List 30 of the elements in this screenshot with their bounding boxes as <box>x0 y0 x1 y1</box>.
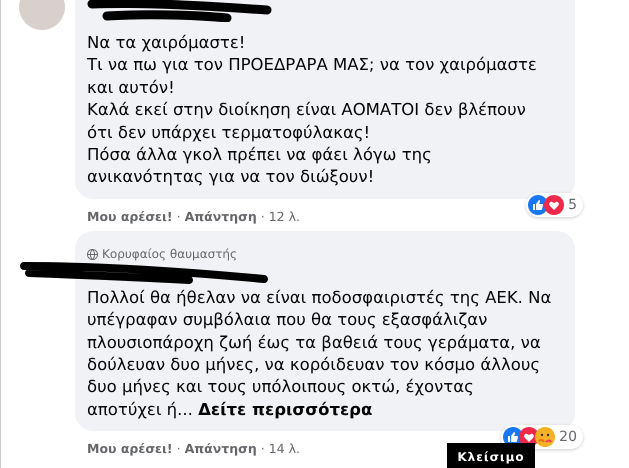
reactions-pill[interactable]: 20 <box>501 425 583 450</box>
like-link[interactable]: Μου αρέσει! <box>87 208 173 224</box>
comment-text: υπέγραφαν συμβόλαια που θα τους εξασφάλιζαν <box>87 309 488 332</box>
reply-link[interactable]: Απάντηση <box>184 208 257 224</box>
comment-text: Πόσα άλλα γκολ πρέπει να φάει λόγω της <box>87 144 433 166</box>
tooltip: Κλείσιμο <box>447 443 535 468</box>
reaction-count: 5 <box>568 196 577 213</box>
comment-text: ανικανότητας για να τον διώξουν! <box>87 166 376 188</box>
comment-text: ότι δεν υπάρχει τερματοφύλακας! <box>87 122 372 144</box>
comment-text: Να τα χαιρόμαστε! <box>87 32 246 54</box>
separator-dot: · <box>176 208 181 224</box>
separator-dot: · <box>176 441 181 456</box>
top-fan-label: Κορυφαίος θαυμαστής <box>102 247 238 262</box>
reaction-count: 20 <box>559 429 577 446</box>
comment-text: πλουσιοπάροχη ζωή έως τα βαθειά τους γεράματα, να <box>87 332 542 354</box>
comment-text: δυο μήνες και τους υπόλοιπους οκτώ, έχοντας <box>87 376 475 398</box>
comment-text: δούλευαν δυο μήνες, να κορόιδευαν τον κόσμο άλλους <box>87 354 542 376</box>
comment-time[interactable]: 12 λ. <box>268 208 300 224</box>
comment-time[interactable]: 14 λ. <box>268 441 300 456</box>
comment-text: και αυτόν! <box>87 76 176 99</box>
separator-dot: · <box>260 208 265 224</box>
comment-text: Πολλοί θα ήθελαν να είναι ποδοσφαιριστές της ΑΕΚ. Να <box>87 286 552 309</box>
reactions-pill[interactable]: 5 <box>526 192 583 217</box>
like-link[interactable]: Μου αρέσει! <box>87 441 173 456</box>
reply-link[interactable]: Απάντηση <box>184 441 257 456</box>
separator-dot: · <box>260 441 265 456</box>
comment-text: Τι να πω για τον ΠΡΟΕΔΡΑΡΑ ΜΑΣ; να τον χαιρόμαστε <box>87 54 538 76</box>
comment-text: αποτύχει ή... Δείτε περισσότερα <box>87 398 374 421</box>
see-more-link[interactable]: Δείτε περισσότερα <box>198 400 372 419</box>
comment-text: Καλά εκεί στην διοίκηση είναι ΑΟΜΑΤΟΙ δεν βλέπουν <box>87 99 527 122</box>
